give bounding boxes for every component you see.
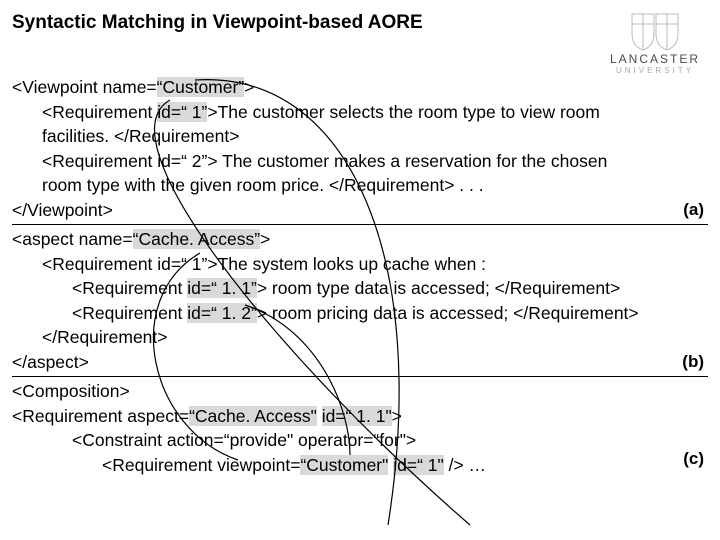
code-line: <Requirement id=“ 1”>The customer select… — [12, 100, 708, 125]
logo-sub: UNIVERSITY — [616, 66, 694, 75]
code-line: facilities. </Requirement> — [12, 124, 708, 149]
slide-title: Syntactic Matching in Viewpoint-based AO… — [12, 12, 423, 34]
text: <Requirement — [72, 278, 187, 298]
text: <Requirement aspect= — [12, 406, 189, 426]
highlight-vp-customer: “Customer" — [300, 455, 388, 475]
highlight-aspect-cacheaccess: “Cache. Access" — [189, 406, 317, 426]
code-line: <aspect name=“Cache. Access”> — [12, 227, 708, 252]
code-line: <Requirement id=“ 1”>The system looks up… — [12, 252, 708, 277]
text — [317, 406, 322, 426]
logo-name: LANCASTER — [610, 52, 700, 66]
content: <Viewpoint name=“Customer”> <Requirement… — [0, 75, 720, 479]
code-line: <Constraint action=“provide" operator=“f… — [12, 428, 708, 453]
code-line: <Requirement id=“ 2”> The customer makes… — [12, 149, 708, 174]
highlight-id12: id=“ 1. 2” — [187, 303, 257, 323]
code-line: </aspect> — [12, 350, 708, 375]
highlight-cacheaccess: “Cache. Access” — [133, 229, 260, 249]
code-line: </Requirement> — [12, 325, 708, 350]
section-b: <aspect name=“Cache. Access”> <Requireme… — [12, 227, 708, 377]
section-label-b: (b) — [682, 350, 704, 374]
header: Syntactic Matching in Viewpoint-based AO… — [0, 0, 720, 75]
section-a: <Viewpoint name=“Customer”> <Requirement… — [12, 75, 708, 225]
section-label-a: (a) — [683, 198, 704, 222]
code-line: <Composition> — [12, 379, 708, 404]
text: > — [244, 77, 254, 97]
text: > room type data is accessed; </Requirem… — [257, 278, 620, 298]
text: > room pricing data is accessed; </Requi… — [257, 303, 639, 323]
highlight-customer: “Customer” — [157, 77, 245, 97]
code-line: <Requirement viewpoint=“Customer" id=“ 1… — [12, 453, 708, 478]
text: <Requirement viewpoint= — [102, 455, 300, 475]
highlight-id1: id=“ 1” — [157, 102, 207, 122]
text: <aspect name= — [12, 229, 133, 249]
code-line: room type with the given room price. </R… — [12, 173, 708, 198]
section-label-c: (c) — [683, 447, 704, 471]
text: <Requirement — [42, 102, 157, 122]
university-logo: LANCASTER UNIVERSITY — [610, 12, 708, 75]
section-c: <Composition> <Requirement aspect=“Cache… — [12, 379, 708, 479]
text: > — [392, 406, 402, 426]
text: <Viewpoint name= — [12, 77, 157, 97]
text: > — [260, 229, 270, 249]
text: /> … — [444, 455, 486, 475]
code-line: <Viewpoint name=“Customer”> — [12, 75, 708, 100]
highlight-vp-id1: id=“ 1" — [393, 455, 443, 475]
highlight-aspect-id11: id=“ 1. 1" — [322, 406, 392, 426]
highlight-id11: id=“ 1. 1” — [187, 278, 257, 298]
code-line: <Requirement id=“ 1. 2”> room pricing da… — [12, 301, 708, 326]
text: <Requirement — [72, 303, 187, 323]
code-line: <Requirement aspect=“Cache. Access" id=“… — [12, 404, 708, 429]
code-line: </Viewpoint> — [12, 198, 708, 223]
code-line: <Requirement id=“ 1. 1”> room type data … — [12, 276, 708, 301]
text: >The customer selects the room type to v… — [207, 102, 599, 122]
shield-icon — [630, 12, 680, 52]
